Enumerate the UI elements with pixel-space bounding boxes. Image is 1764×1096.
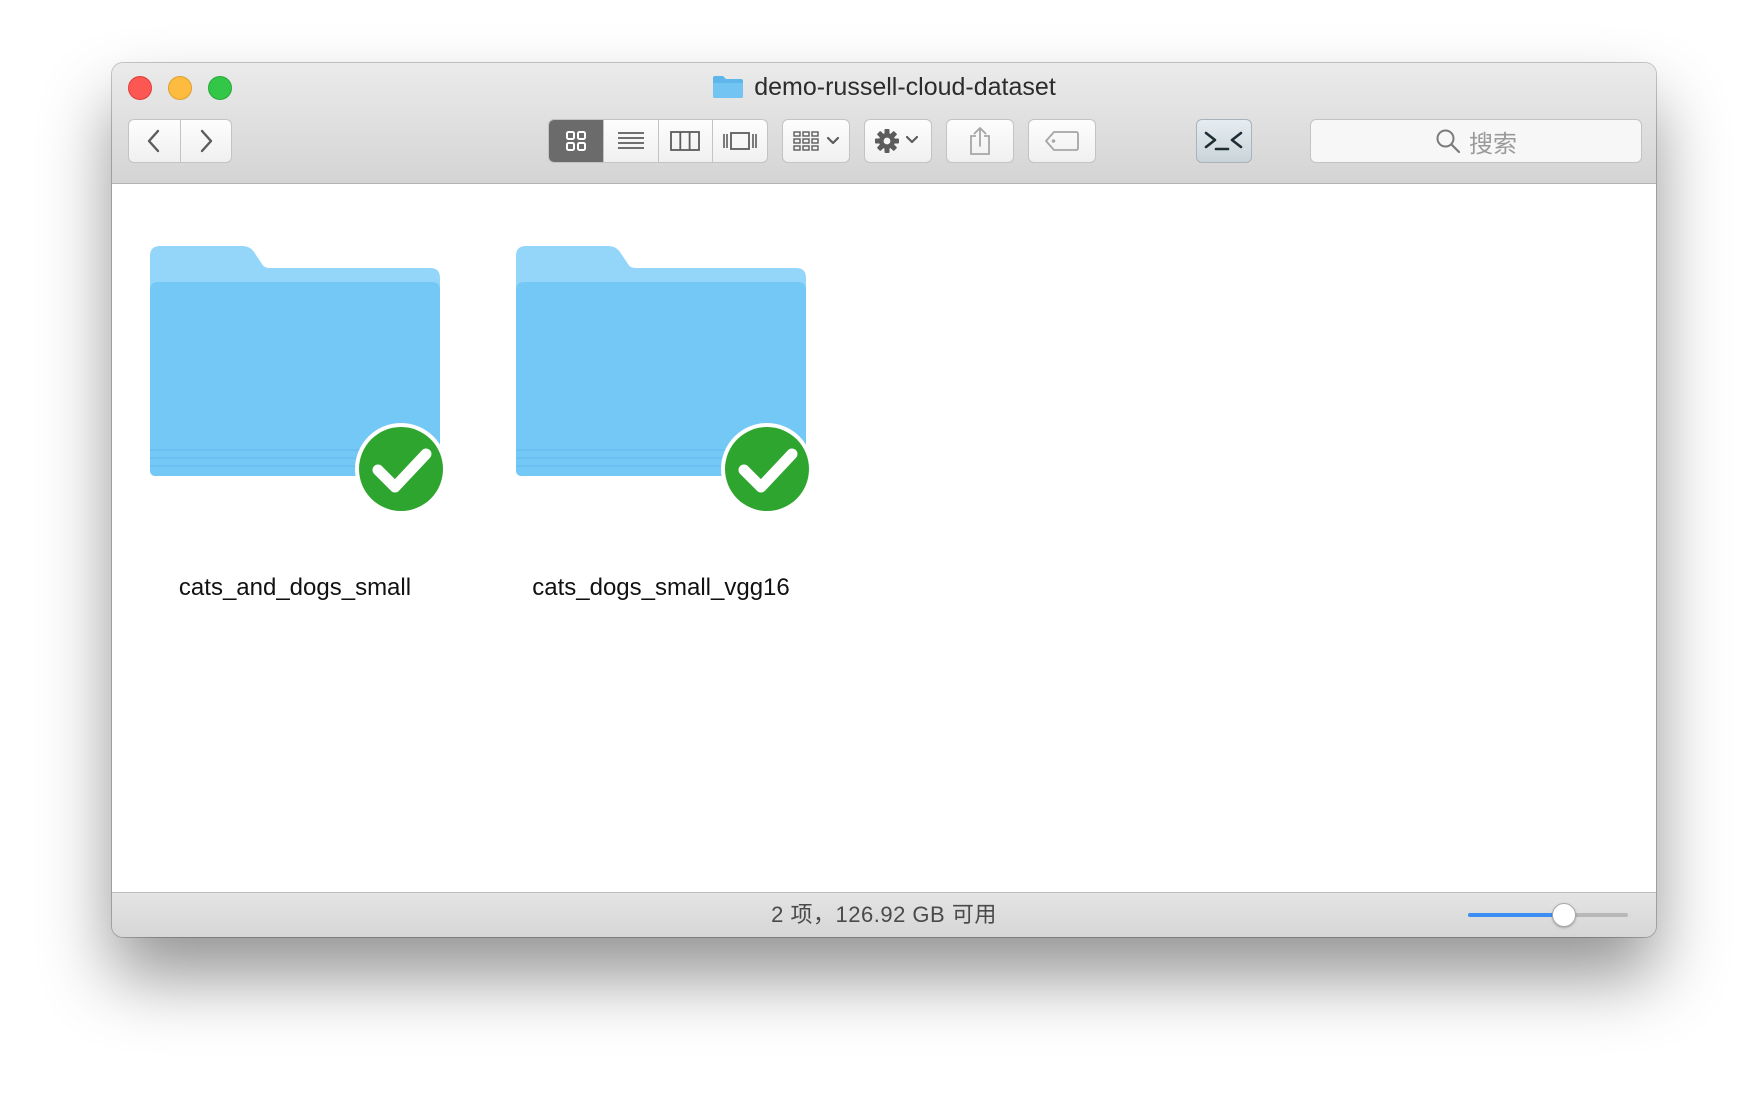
list-view-button[interactable] — [602, 120, 658, 162]
slider-fill — [1468, 913, 1564, 917]
search-field[interactable]: 搜索 — [1310, 119, 1642, 163]
list-icon — [617, 132, 644, 149]
view-mode-control — [548, 119, 768, 163]
tag-icon — [1045, 131, 1079, 151]
synced-check-icon — [721, 423, 813, 515]
arrange-icon — [793, 131, 840, 151]
columns-icon — [670, 131, 701, 151]
folder-item[interactable]: cats_dogs_small_vgg16 — [481, 244, 841, 604]
folder-item[interactable]: cats_and_dogs_small — [115, 244, 475, 604]
gear-icon — [875, 129, 919, 153]
icon-size-slider[interactable] — [1468, 903, 1628, 927]
folder-icon — [150, 246, 447, 515]
back-button[interactable] — [129, 120, 180, 162]
search-placeholder: 搜索 — [1469, 130, 1517, 158]
terminal-button[interactable] — [1196, 119, 1252, 163]
arrange-button[interactable] — [782, 119, 850, 163]
back-forward-control — [128, 119, 232, 163]
icon-view-button[interactable] — [549, 120, 603, 162]
search-icon — [1436, 129, 1461, 154]
folder-name: cats_and_dogs_small — [178, 574, 412, 601]
share-icon — [970, 127, 990, 155]
folder-name: cats_dogs_small_vgg16 — [532, 574, 790, 601]
action-button[interactable] — [864, 119, 932, 163]
synced-check-icon — [355, 423, 447, 515]
chevron-right-icon — [200, 129, 212, 153]
cover-flow-icon — [723, 132, 757, 150]
gallery-view-button[interactable] — [712, 120, 767, 162]
terminal-icon — [1204, 131, 1243, 151]
tag-button[interactable] — [1028, 119, 1096, 163]
folder-icon — [713, 76, 744, 98]
status-bar: 2 项，126.92 GB 可用 — [112, 892, 1656, 937]
grid-icon — [565, 131, 586, 151]
window-title: demo-russell-cloud-dataset — [112, 69, 1656, 105]
titlebar[interactable]: demo-russell-cloud-dataset 搜索 — [112, 63, 1656, 184]
column-view-button[interactable] — [657, 120, 713, 162]
finder-window: demo-russell-cloud-dataset 搜索 cats_and_d… — [112, 63, 1656, 937]
file-grid[interactable]: cats_and_dogs_small cats_dogs_small_vgg1… — [112, 184, 1656, 892]
forward-button[interactable] — [179, 120, 232, 162]
chevron-left-icon — [148, 129, 160, 153]
folder-icon — [516, 246, 813, 515]
share-button[interactable] — [946, 119, 1014, 163]
slider-thumb[interactable] — [1552, 903, 1576, 927]
window-title-text: demo-russell-cloud-dataset — [754, 72, 1056, 101]
status-text: 2 项，126.92 GB 可用 — [771, 902, 997, 927]
chevron-down-icon — [826, 136, 840, 145]
